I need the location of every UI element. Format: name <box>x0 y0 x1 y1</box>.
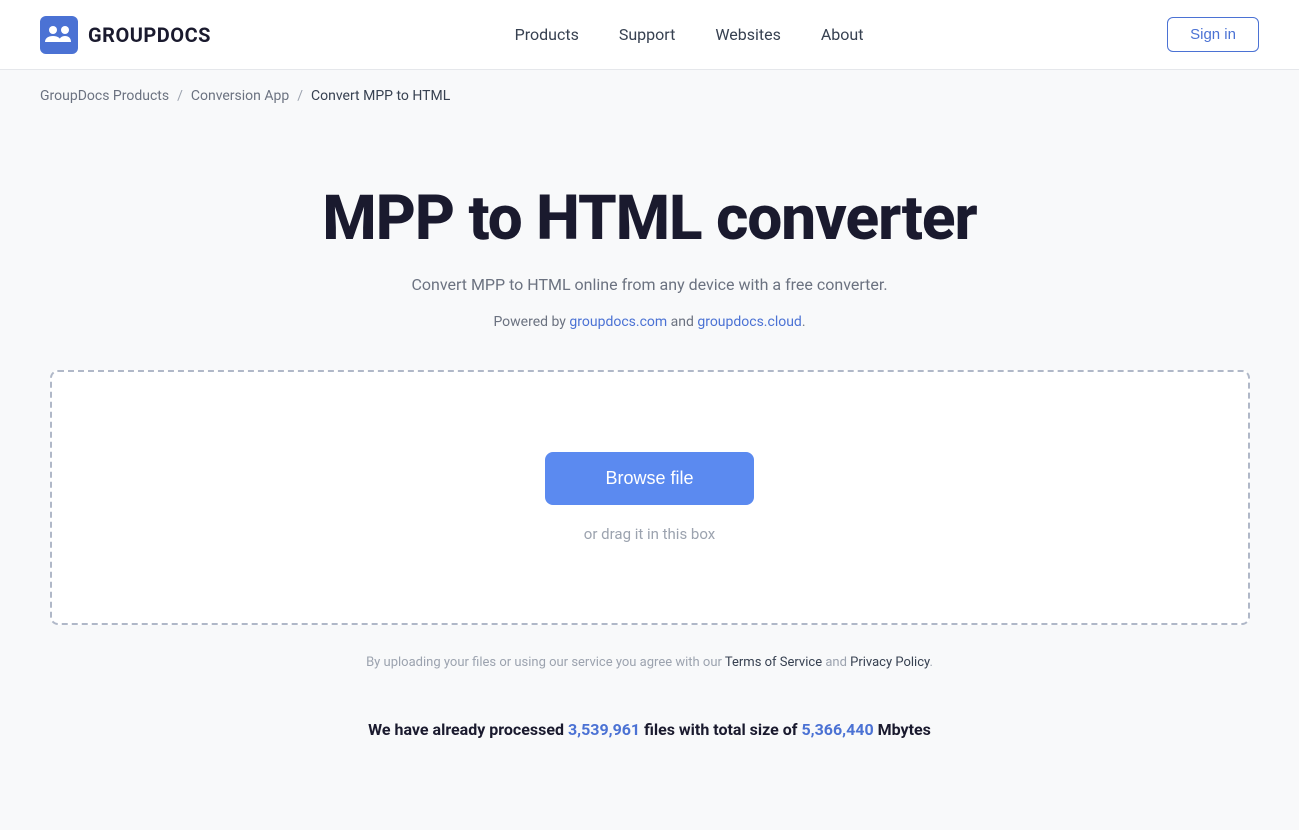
stats-we-processed: We have already processed <box>368 720 568 739</box>
powered-by-suffix: . <box>802 314 806 330</box>
breadcrumb-current-page: Convert MPP to HTML <box>311 88 450 104</box>
stats-text: We have already processed 3,539,961 file… <box>368 720 931 739</box>
stats-suffix: Mbytes <box>874 720 931 739</box>
browse-file-button[interactable]: Browse file <box>545 452 753 505</box>
stats-middle: files with total size of <box>640 720 801 739</box>
terms-between: and <box>822 655 850 670</box>
page-title: MPP to HTML converter <box>322 182 976 255</box>
page-subtitle: Convert MPP to HTML online from any devi… <box>411 275 887 294</box>
breadcrumb-separator-1: / <box>177 88 183 104</box>
terms-text: By uploading your files or using our ser… <box>366 655 933 670</box>
logo-text: GROUPDOCS <box>88 23 211 47</box>
powered-by-text: Powered by groupdocs.com and groupdocs.c… <box>493 314 805 330</box>
drag-drop-text: or drag it in this box <box>584 525 715 543</box>
breadcrumb-groupdocs-products[interactable]: GroupDocs Products <box>40 88 169 104</box>
header: GROUPDOCS Products Support Websites Abou… <box>0 0 1299 70</box>
breadcrumb-conversion-app[interactable]: Conversion App <box>191 88 289 104</box>
terms-of-service-link[interactable]: Terms of Service <box>725 655 822 670</box>
terms-suffix: . <box>929 655 932 670</box>
groupdocs-logo-icon <box>40 16 78 54</box>
powered-by-prefix: Powered by <box>493 314 569 330</box>
terms-prefix: By uploading your files or using our ser… <box>366 655 725 670</box>
stats-size-value: 5,366,440 <box>802 720 874 739</box>
breadcrumb: GroupDocs Products / Conversion App / Co… <box>0 70 1299 122</box>
groupdocs-cloud-link[interactable]: groupdocs.cloud <box>697 314 802 330</box>
logo[interactable]: GROUPDOCS <box>40 16 211 54</box>
privacy-policy-link[interactable]: Privacy Policy <box>850 655 929 670</box>
powered-by-between: and <box>667 314 697 330</box>
nav-products[interactable]: Products <box>515 25 579 44</box>
nav-about[interactable]: About <box>821 25 864 44</box>
stats-files-count: 3,539,961 <box>568 720 640 739</box>
sign-in-button[interactable]: Sign in <box>1167 17 1259 52</box>
main-content: MPP to HTML converter Convert MPP to HTM… <box>0 122 1299 779</box>
breadcrumb-separator-2: / <box>297 88 303 104</box>
drop-zone[interactable]: Browse file or drag it in this box <box>50 370 1250 625</box>
main-nav: Products Support Websites About <box>515 25 864 44</box>
nav-support[interactable]: Support <box>619 25 675 44</box>
groupdocs-com-link[interactable]: groupdocs.com <box>569 314 667 330</box>
nav-websites[interactable]: Websites <box>715 25 781 44</box>
